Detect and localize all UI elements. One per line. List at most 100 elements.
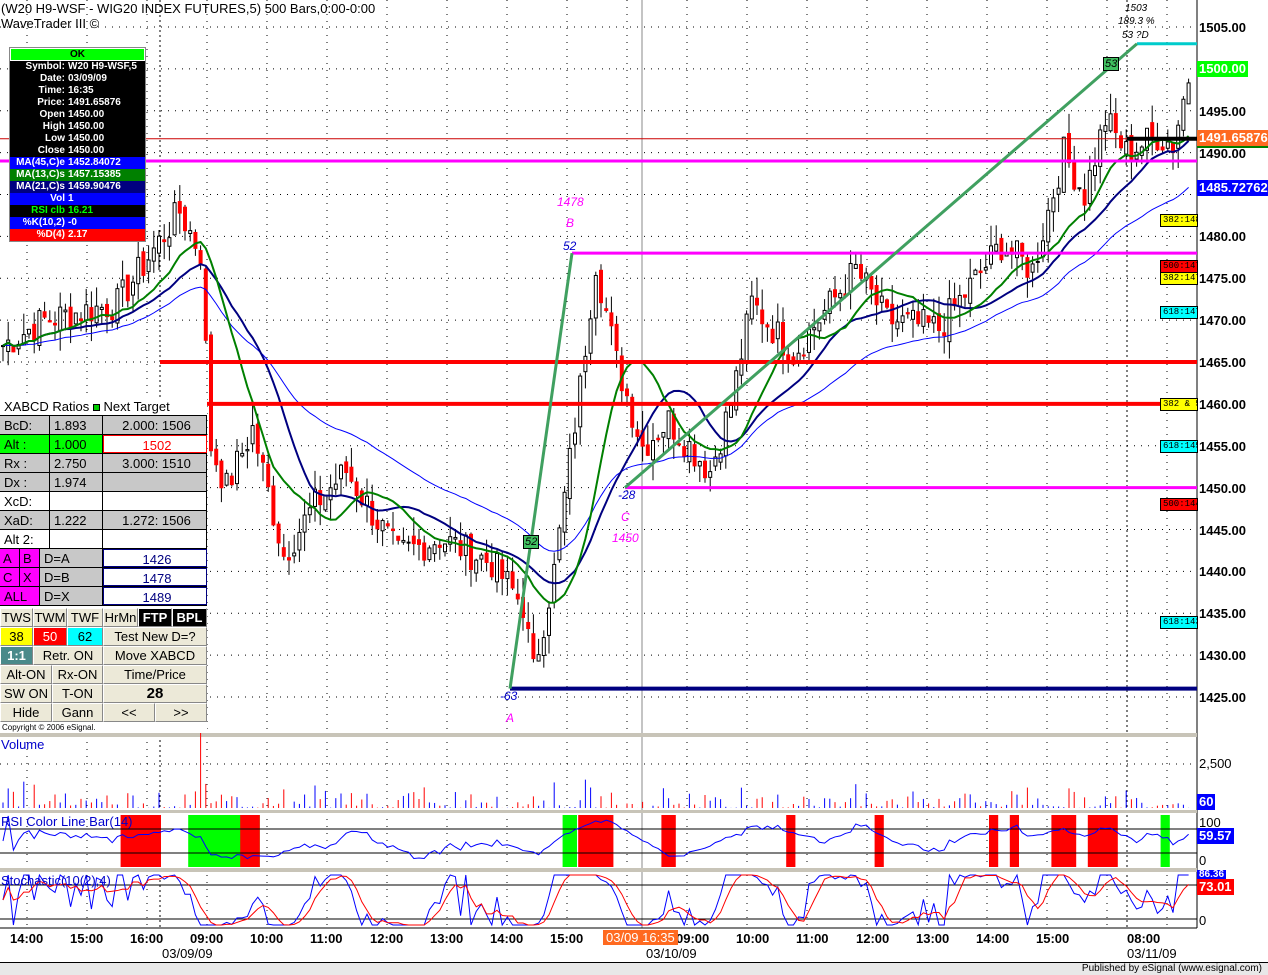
candle-body <box>297 531 302 551</box>
candle-body <box>703 460 707 479</box>
info-row: Low 1450.00 <box>45 133 105 144</box>
fib-62-button[interactable]: 62 <box>67 627 103 646</box>
candle-body <box>115 288 120 324</box>
pattern-annotation: B <box>566 216 575 230</box>
retr-on-button[interactable]: Retr. ON <box>33 646 103 665</box>
candle-body <box>214 448 219 466</box>
ratio-row: BcD: 1.893 2.000: 1506 <box>0 416 207 435</box>
ratio-1-1-button[interactable]: 1:1 <box>0 646 33 665</box>
candle-body <box>151 247 156 262</box>
candle-body <box>385 523 390 527</box>
pattern-annotation: 1450 <box>612 531 639 545</box>
candle-body <box>484 552 489 563</box>
candle-body <box>427 547 432 561</box>
time-price-button[interactable]: Time/Price <box>103 665 207 684</box>
price-axis-label: 1470.00 <box>1199 313 1246 329</box>
info-row: Price: 1491.65876 <box>37 97 121 108</box>
fib-level-label: 618:145 <box>1160 439 1198 453</box>
candle-body <box>895 321 900 330</box>
twf-button[interactable]: TWF <box>67 608 103 627</box>
prev-button[interactable]: << <box>103 703 155 722</box>
target-square-icon <box>92 404 100 411</box>
candle-body <box>931 316 936 324</box>
test-new-d-button[interactable]: Test New D=? <box>103 627 207 646</box>
study-row: %D(4) 2.17 <box>10 229 145 241</box>
chart-title: (W20 H9-WSF - WIG20 INDEX FUTURES,5) 500… <box>1 1 376 31</box>
t-on-button[interactable]: T-ON <box>52 684 103 703</box>
next-button[interactable]: >> <box>155 703 207 722</box>
info-row: High 1450.00 <box>42 121 105 132</box>
gann-button[interactable]: Gann <box>52 703 103 722</box>
rsi-color-bar <box>1160 815 1170 867</box>
candle-body <box>651 440 655 461</box>
hide-button[interactable]: Hide <box>0 703 52 722</box>
candle-body <box>495 553 499 583</box>
candle-body <box>58 306 63 332</box>
candle-body <box>292 552 297 557</box>
time-axis-label: 14:00 <box>490 931 524 946</box>
study-row: MA(21,C)s 1459.90476 <box>10 181 145 193</box>
price-axis-label: 1455.00 <box>1199 438 1246 454</box>
pattern-b-button[interactable]: B <box>20 549 40 567</box>
candle-body <box>978 270 983 274</box>
hrmn-button[interactable]: HrMn <box>103 608 138 627</box>
tws-button[interactable]: TWS <box>0 608 33 627</box>
candle-body <box>37 310 42 346</box>
candle-body <box>287 557 291 561</box>
candle-body <box>453 536 458 540</box>
pattern-all-button[interactable]: ALL <box>0 587 40 605</box>
ftp-button[interactable]: FTP <box>138 608 172 627</box>
candle-body <box>729 405 733 418</box>
candle-body <box>32 323 37 342</box>
price-axis-label: 1460.00 <box>1199 396 1246 412</box>
move-xabcd-button[interactable]: Move XABCD <box>103 646 207 665</box>
candle-body <box>167 237 172 247</box>
candle-body <box>1067 133 1071 164</box>
candle-body <box>110 316 115 321</box>
ratio-row: XcD: <box>0 492 207 511</box>
pattern-c-button[interactable]: C <box>0 568 20 586</box>
candle-body <box>801 354 806 357</box>
candle-body <box>635 429 640 437</box>
candle-body <box>411 535 416 545</box>
candle-body <box>73 312 78 325</box>
fib-level-label: 618:147 <box>1160 305 1198 319</box>
time-axis-label: 11:00 <box>310 931 343 946</box>
candle-body <box>47 320 52 323</box>
candle-body <box>645 444 650 456</box>
bpl-button[interactable]: BPL <box>172 608 207 627</box>
count-field[interactable]: 28 <box>103 684 207 703</box>
rx-on-button[interactable]: Rx-ON <box>52 665 103 684</box>
candle-body <box>749 295 754 320</box>
candle-body <box>1103 125 1108 132</box>
rsi-color-bar <box>578 815 614 867</box>
candle-body <box>219 460 224 489</box>
candle-body <box>1181 98 1186 131</box>
candle-body <box>879 295 884 303</box>
alt-on-button[interactable]: Alt-ON <box>0 665 52 684</box>
candle-body <box>1051 197 1056 213</box>
candle-body <box>276 523 281 544</box>
candle-body <box>630 396 635 428</box>
candle-body <box>380 520 385 532</box>
ratio-row: Alt :1.000 1502 <box>0 435 207 454</box>
candle-body <box>583 355 588 373</box>
price-axis-label: 1495.00 <box>1199 103 1246 119</box>
price-axis-label: 1440.00 <box>1199 564 1246 580</box>
time-axis-label: 14:00 <box>976 931 1010 946</box>
time-axis-label: 10:00 <box>736 931 770 946</box>
rsi-color-bar <box>1087 815 1118 867</box>
candle-body <box>443 543 447 553</box>
fib-50-button[interactable]: 50 <box>33 627 67 646</box>
fib-38-button[interactable]: 38 <box>0 627 33 646</box>
twm-button[interactable]: TWM <box>33 608 67 627</box>
pattern-a-button[interactable]: A <box>0 549 20 567</box>
study-row: MA(45,C)e 1452.84072 <box>10 157 145 169</box>
sw-on-button[interactable]: SW ON <box>0 684 52 703</box>
pattern-x-button[interactable]: X <box>20 568 40 586</box>
candle-body <box>63 309 68 313</box>
candle-body <box>983 267 988 271</box>
rsi-title: RSI Color Line Bar(14) <box>1 814 133 829</box>
fib-level-label: 500:144 <box>1160 498 1198 512</box>
rsi-color-bar <box>874 815 884 867</box>
